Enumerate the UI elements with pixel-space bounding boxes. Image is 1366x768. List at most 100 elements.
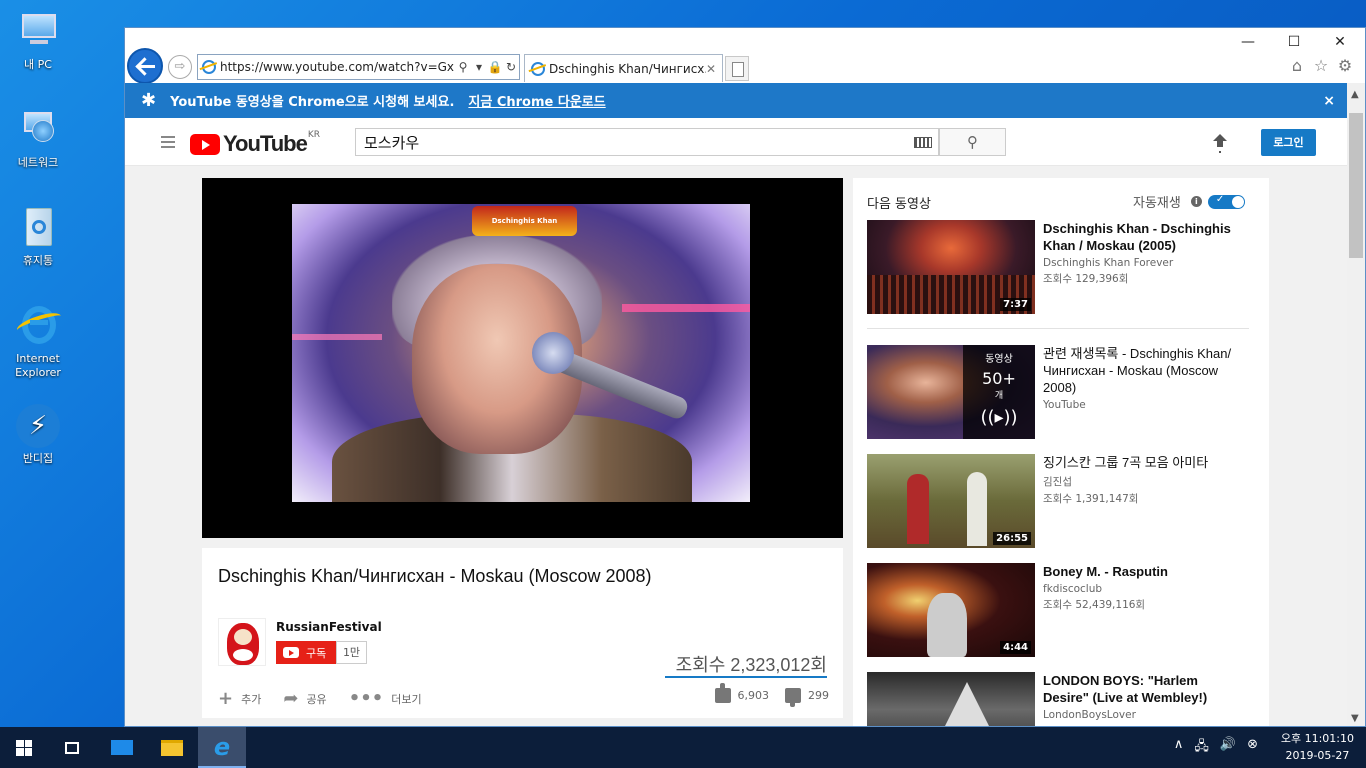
add-button[interactable]: + 추가 — [218, 688, 261, 709]
playlist-unit: 개 — [994, 391, 1004, 401]
duration-badge: 4:44 — [1000, 641, 1031, 654]
minimize-button[interactable]: — — [1225, 32, 1271, 52]
clock-date: 2019-05-27 — [1285, 749, 1350, 762]
monitor-icon — [111, 740, 133, 755]
info-icon[interactable]: i — [1190, 196, 1202, 207]
video-thumbnail[interactable]: 26:55 — [867, 454, 1035, 548]
browser-tab[interactable]: Dschinghis Khan/Чингисх... ✕ — [524, 54, 723, 82]
share-icon: ➦ — [283, 688, 299, 709]
thumbs-up-icon[interactable] — [714, 683, 731, 703]
playlist-thumbnail[interactable]: 동영상 50+ 개 ((▸)) — [867, 345, 1035, 439]
related-video[interactable]: 4:44 Boney M. - Rasputin fkdiscoclub 조회수… — [867, 563, 1247, 658]
video-title: Dschinghis Khan/Чингисхан - Moskau (Mosc… — [218, 566, 652, 586]
playlist-count: 50+ — [982, 369, 1016, 388]
recycle-bin-icon — [16, 206, 60, 250]
related-video[interactable]: 26:55 징기스칸 그룹 7곡 모음 아미타 김진섭 조회수 1,391,14… — [867, 454, 1247, 549]
search-value: 모스카우 — [364, 133, 420, 152]
divider — [867, 328, 1249, 329]
new-tab-button[interactable] — [725, 56, 749, 81]
vertical-scrollbar[interactable]: ▲ ▼ — [1347, 83, 1365, 726]
dropdown-icon[interactable]: ▾ — [471, 60, 487, 74]
desktop-icon-recycle-bin[interactable]: 휴지통 — [8, 206, 68, 268]
network-icon[interactable]: 🖧 — [1194, 737, 1209, 759]
youtube-header: YouTube KR 모스카우 ⚲ 로그인 — [125, 118, 1347, 166]
search-icon[interactable]: ⚲ — [455, 60, 471, 74]
related-video[interactable]: LONDON BOYS: "Harlem Desire" (Live at We… — [867, 672, 1247, 726]
keyboard-icon[interactable] — [914, 137, 932, 148]
scroll-up-icon[interactable]: ▲ — [1351, 89, 1359, 100]
volume-icon[interactable]: 🔊 — [1220, 737, 1236, 759]
settings-icon[interactable]: ⚙ — [1335, 56, 1355, 76]
ie-icon: e — [213, 732, 231, 761]
thumbs-down-icon[interactable] — [785, 688, 801, 707]
share-button[interactable]: ➦ 공유 — [283, 688, 326, 709]
browser-toolbar: ⇨ https://www.youtube.com/watch?v=GxMg ⚲… — [125, 28, 1365, 84]
upload-icon[interactable] — [1213, 134, 1227, 150]
related-playlist[interactable]: 동영상 50+ 개 ((▸)) 관련 재생목록 - Dschinghis Kha… — [867, 345, 1247, 440]
clock[interactable]: 오후 11:01:10 2019-05-27 — [1281, 730, 1354, 764]
video-thumbnail[interactable]: 7:37 — [867, 220, 1035, 314]
close-icon[interactable]: × — [1323, 93, 1335, 109]
home-icon[interactable]: ⌂ — [1287, 56, 1307, 76]
related-video[interactable]: 7:37 Dschinghis Khan - Dschinghis Khan /… — [867, 220, 1247, 315]
notification-icon[interactable]: ⊗ — [1247, 737, 1258, 759]
video-thumbnail[interactable]: 4:44 — [867, 563, 1035, 657]
address-url[interactable]: https://www.youtube.com/watch?v=GxMg — [220, 60, 455, 74]
desktop-icon-bandizip[interactable]: ⚡ 반디집 — [8, 404, 68, 466]
close-button[interactable]: ✕ — [1317, 32, 1363, 52]
scroll-thumb[interactable] — [1349, 113, 1363, 258]
related-sidebar: 다음 동영상 자동재생 i 7:37 Dschinghis Khan - Dsc… — [853, 178, 1269, 726]
taskbar-app-explorer[interactable] — [148, 727, 196, 768]
related-video-title[interactable]: Boney M. - Rasputin — [1043, 563, 1243, 580]
desktop-icon-ie[interactable]: Internet Explorer — [8, 304, 68, 380]
related-video-title[interactable]: 관련 재생목록 - Dschinghis Khan/Чингисхан - Mo… — [1043, 345, 1243, 396]
task-view-button[interactable] — [48, 727, 96, 768]
forward-button[interactable]: ⇨ — [168, 55, 192, 79]
back-button[interactable] — [127, 48, 163, 84]
autoplay-toggle[interactable] — [1207, 194, 1245, 209]
login-button[interactable]: 로그인 — [1261, 129, 1316, 156]
like-count: 6,903 — [737, 689, 770, 702]
system-tray: ∧ 🖧 🔊 ⊗ — [1174, 737, 1258, 759]
related-video-channel: 김진섭 — [1043, 476, 1072, 488]
task-view-icon — [65, 741, 79, 754]
chevron-up-icon[interactable]: ∧ — [1174, 737, 1184, 759]
chrome-download-link[interactable]: 지금 Chrome 다운로드 — [468, 91, 605, 110]
taskbar-app-desktop[interactable] — [98, 727, 146, 768]
youtube-logo[interactable]: YouTube KR — [190, 130, 320, 157]
taskbar-app-ie[interactable]: e — [198, 727, 246, 768]
channel-name[interactable]: RussianFestival — [276, 620, 382, 634]
dislike-count: 299 — [808, 689, 829, 702]
youtube-play-icon — [190, 133, 220, 155]
folder-icon — [161, 739, 183, 756]
favorites-icon[interactable]: ☆ — [1311, 56, 1331, 76]
refresh-icon[interactable]: ↻ — [503, 60, 519, 74]
pc-icon — [16, 10, 60, 54]
scroll-down-icon[interactable]: ▼ — [1351, 713, 1359, 724]
related-video-title[interactable]: Dschinghis Khan - Dschinghis Khan / Mosk… — [1043, 220, 1243, 254]
desktop-icon-network[interactable]: 네트워크 — [8, 108, 68, 170]
close-tab-icon[interactable]: ✕ — [706, 62, 716, 76]
search-input[interactable]: 모스카우 — [355, 128, 939, 156]
related-video-title[interactable]: LONDON BOYS: "Harlem Desire" (Live at We… — [1043, 672, 1243, 706]
related-video-title[interactable]: 징기스칸 그룹 7곡 모음 아미타 — [1043, 454, 1243, 471]
like-ratio-bar — [665, 676, 827, 678]
video-player[interactable]: Dschinghis Khan — [202, 178, 843, 538]
playlist-icon: ((▸)) — [980, 407, 1018, 428]
maximize-button[interactable]: ☐ — [1271, 32, 1317, 52]
more-button[interactable]: ••• 더보기 — [349, 688, 422, 709]
address-bar[interactable]: https://www.youtube.com/watch?v=GxMg ⚲ ▾… — [197, 54, 520, 80]
view-count: 조회수 2,323,012회 — [675, 655, 827, 675]
related-video-views: 조회수 129,396회 — [1043, 273, 1129, 285]
desktop-icon-label: Internet Explorer — [15, 352, 61, 379]
desktop-icon-pc[interactable]: 내 PC — [8, 10, 68, 72]
subscribe-button[interactable]: 구독 — [276, 641, 336, 664]
search-button[interactable]: ⚲ — [939, 128, 1006, 156]
start-button[interactable] — [0, 727, 48, 768]
video-thumbnail[interactable] — [867, 672, 1035, 726]
channel-avatar[interactable] — [218, 618, 266, 666]
subscriber-count: 1만 — [336, 641, 367, 664]
related-video-channel: Dschinghis Khan Forever — [1043, 257, 1174, 269]
lock-icon[interactable]: 🔒 — [487, 60, 503, 74]
menu-icon[interactable] — [161, 136, 175, 148]
